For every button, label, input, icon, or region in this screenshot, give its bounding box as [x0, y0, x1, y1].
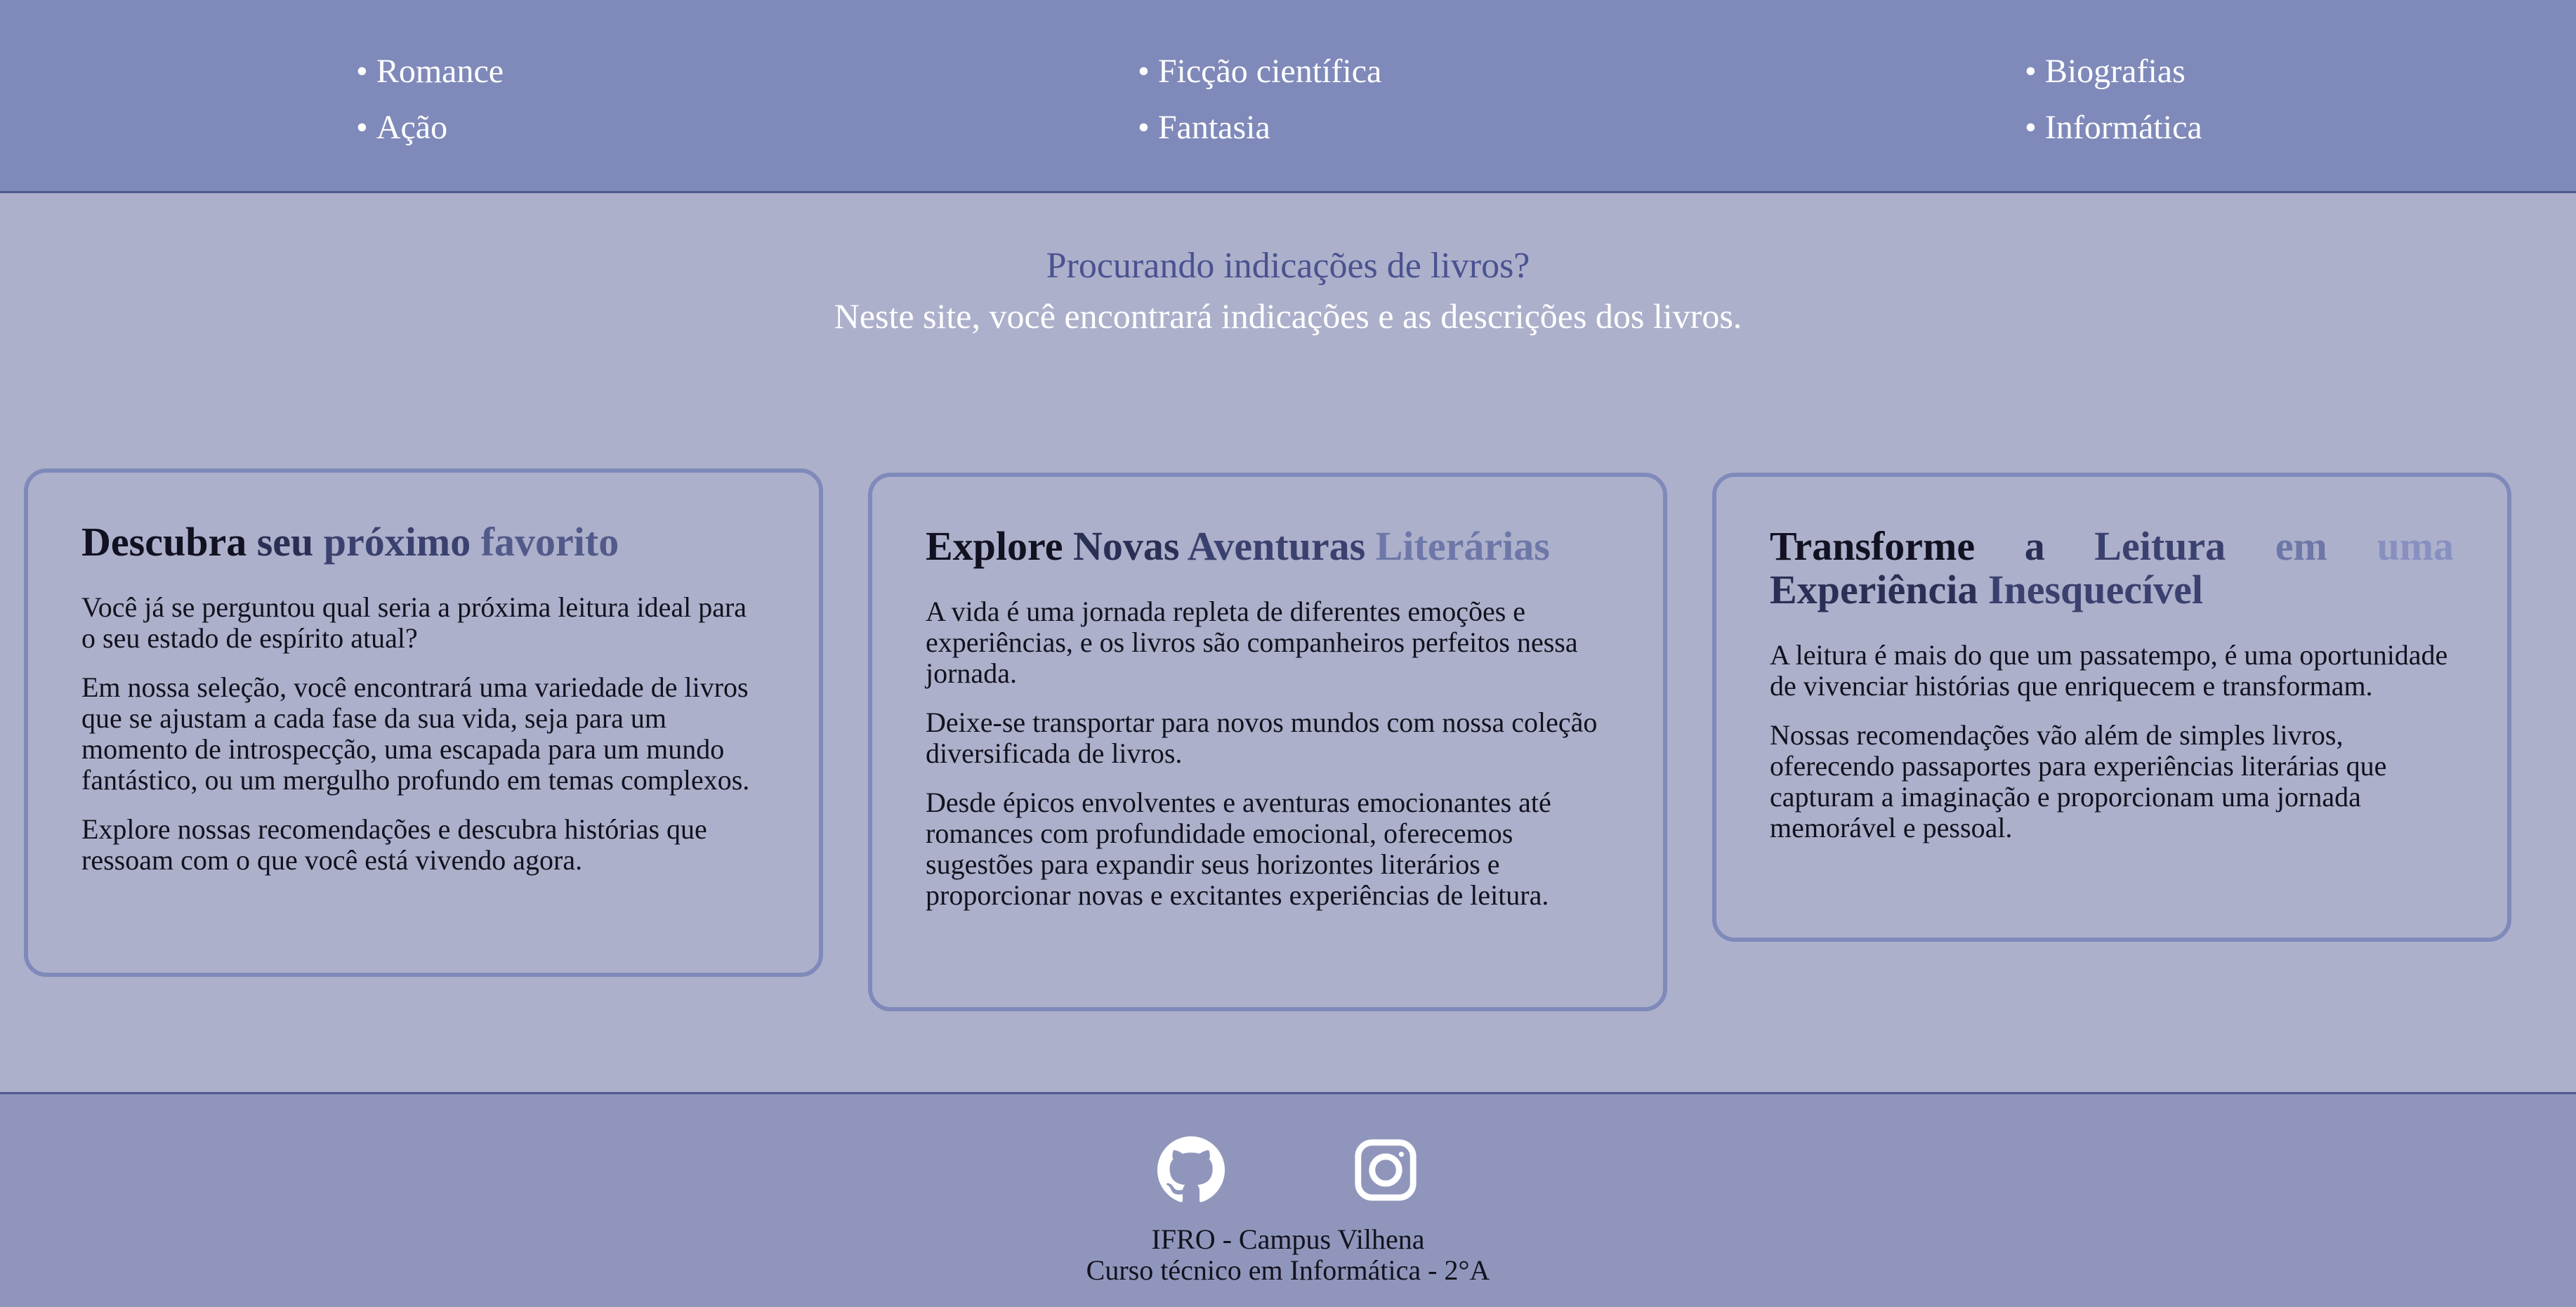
card-title-word: Leitura	[2094, 523, 2226, 569]
hero-section: Procurando indicações de livros? Neste s…	[0, 195, 2576, 341]
card-explore: Explore Novas Aventuras Literárias A vid…	[868, 473, 1667, 1011]
github-icon[interactable]	[1157, 1136, 1225, 1204]
card-paragraph: Você já se perguntou qual seria a próxim…	[81, 591, 747, 654]
card-title-word: Novas	[1073, 523, 1180, 569]
card-title-word: Literárias	[1375, 523, 1550, 569]
card-title-word: Explore	[926, 523, 1063, 569]
card-title: Descubra seu próximo favorito	[81, 520, 765, 564]
card-paragraph: Explore nossas recomendações e descubra …	[81, 813, 707, 876]
card-title-word: em	[2275, 523, 2327, 569]
card-paragraph: A leitura é mais do que um passatempo, é…	[1770, 639, 2448, 702]
card-title-word: Descubra	[81, 519, 247, 565]
card-paragraph: A vida é uma jornada repleta de diferent…	[926, 596, 1578, 689]
card-descubra: Descubra seu próximo favorito Você já se…	[24, 468, 823, 977]
footer-credits: IFRO - Campus Vilhena Curso técnico em I…	[0, 1224, 2576, 1286]
nav-column-1: Romance Ação	[356, 44, 504, 156]
nav-item-biografias[interactable]: Biografias	[2025, 44, 2202, 100]
nav-column-3: Biografias Informática	[2025, 44, 2202, 156]
card-title-word: Inesquecível	[1987, 567, 2204, 612]
top-nav: Romance Ação Ficção científica Fantasia …	[0, 0, 2576, 193]
card-title: Explore Novas Aventuras Literárias	[926, 525, 1610, 568]
card-title-word: próximo	[323, 519, 471, 565]
card-title-word: favorito	[480, 519, 619, 565]
nav-item-romance[interactable]: Romance	[356, 44, 504, 100]
card-title-word: uma	[2377, 523, 2455, 569]
nav-item-ficcao-cientifica[interactable]: Ficção científica	[1138, 44, 1382, 100]
card-title: Transforme a Leitura em uma Experiência …	[1770, 525, 2454, 612]
card-paragraph: Deixe-se transportar para novos mundos c…	[926, 707, 1598, 769]
card-title-word: Experiência	[1770, 567, 1978, 612]
hero-title: Procurando indicações de livros?	[1046, 246, 1530, 286]
nav-item-acao[interactable]: Ação	[356, 100, 504, 156]
footer-line-1: IFRO - Campus Vilhena	[1151, 1223, 1425, 1255]
hero-subtitle: Neste site, você encontrará indicações e…	[834, 296, 1742, 336]
card-title-word: seu	[256, 519, 314, 565]
nav-column-2: Ficção científica Fantasia	[1138, 44, 1382, 156]
nav-item-fantasia[interactable]: Fantasia	[1138, 100, 1381, 156]
nav-item-informatica[interactable]: Informática	[2025, 100, 2202, 156]
card-title-word: Aventuras	[1187, 523, 1366, 569]
footer: IFRO - Campus Vilhena Curso técnico em I…	[0, 1092, 2576, 1307]
card-paragraph: Nossas recomendações vão além de simples…	[1770, 719, 2387, 843]
card-title-word: Transforme	[1770, 523, 1976, 569]
card-paragraph: Desde épicos envolventes e aventuras emo…	[926, 787, 1551, 911]
instagram-icon[interactable]	[1352, 1136, 1419, 1204]
card-title-word: a	[2024, 523, 2045, 569]
footer-line-2: Curso técnico em Informática - 2°A	[1086, 1254, 1490, 1286]
card-paragraph: Em nossa seleção, você encontrará uma va…	[81, 671, 750, 796]
card-transforme: Transforme a Leitura em uma Experiência …	[1712, 473, 2511, 942]
